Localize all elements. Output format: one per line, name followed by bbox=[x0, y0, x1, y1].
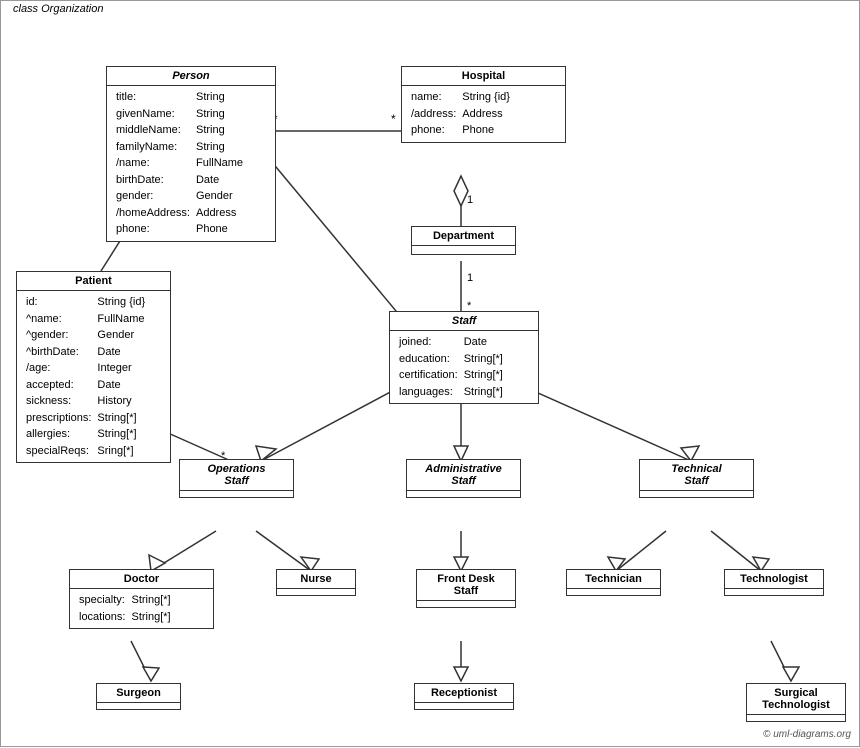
class-receptionist: Receptionist bbox=[414, 683, 514, 710]
class-patient: Patient id:String {id} ^name:FullName ^g… bbox=[16, 271, 171, 463]
svg-text:1: 1 bbox=[467, 272, 473, 284]
technician-body bbox=[567, 589, 660, 595]
operations-staff-header: OperationsStaff bbox=[180, 460, 293, 491]
class-front-desk: Front DeskStaff bbox=[416, 569, 516, 608]
copyright: © uml-diagrams.org bbox=[763, 729, 851, 740]
surgical-technologist-header: SurgicalTechnologist bbox=[747, 684, 845, 715]
person-header: Person bbox=[107, 67, 275, 86]
technologist-body bbox=[725, 589, 823, 595]
doctor-body: specialty:String[*] locations:String[*] bbox=[70, 589, 213, 628]
technical-staff-body bbox=[640, 491, 753, 497]
class-technician: Technician bbox=[566, 569, 661, 596]
admin-staff-header: AdministrativeStaff bbox=[407, 460, 520, 491]
hospital-header: Hospital bbox=[402, 67, 565, 86]
surgical-technologist-body bbox=[747, 715, 845, 721]
class-person: Person title:String givenName:String mid… bbox=[106, 66, 276, 242]
technologist-header: Technologist bbox=[725, 570, 823, 589]
nurse-header: Nurse bbox=[277, 570, 355, 589]
surgeon-header: Surgeon bbox=[97, 684, 180, 703]
department-body bbox=[412, 246, 515, 254]
hospital-body: name:String {id} /address:Address phone:… bbox=[402, 86, 565, 142]
operations-staff-body bbox=[180, 491, 293, 497]
svg-text:*: * bbox=[391, 112, 396, 126]
receptionist-header: Receptionist bbox=[415, 684, 513, 703]
diagram-title: class Organization bbox=[9, 3, 108, 15]
class-hospital: Hospital name:String {id} /address:Addre… bbox=[401, 66, 566, 143]
class-technologist: Technologist bbox=[724, 569, 824, 596]
patient-header: Patient bbox=[17, 272, 170, 291]
class-surgeon: Surgeon bbox=[96, 683, 181, 710]
class-nurse: Nurse bbox=[276, 569, 356, 596]
staff-body: joined:Date education:String[*] certific… bbox=[390, 331, 538, 403]
class-staff: Staff joined:Date education:String[*] ce… bbox=[389, 311, 539, 404]
doctor-header: Doctor bbox=[70, 570, 213, 589]
class-doctor: Doctor specialty:String[*] locations:Str… bbox=[69, 569, 214, 629]
receptionist-body bbox=[415, 703, 513, 709]
patient-body: id:String {id} ^name:FullName ^gender:Ge… bbox=[17, 291, 170, 462]
svg-text:1: 1 bbox=[467, 194, 473, 206]
person-body: title:String givenName:String middleName… bbox=[107, 86, 275, 241]
diagram-container: class Organization * * 1 * 1 * * * bbox=[0, 0, 860, 747]
technician-header: Technician bbox=[567, 570, 660, 589]
nurse-body bbox=[277, 589, 355, 595]
class-surgical-technologist: SurgicalTechnologist bbox=[746, 683, 846, 722]
class-department: Department bbox=[411, 226, 516, 255]
surgeon-body bbox=[97, 703, 180, 709]
class-technical-staff: TechnicalStaff bbox=[639, 459, 754, 498]
front-desk-body bbox=[417, 601, 515, 607]
class-admin-staff: AdministrativeStaff bbox=[406, 459, 521, 498]
staff-header: Staff bbox=[390, 312, 538, 331]
admin-staff-body bbox=[407, 491, 520, 497]
front-desk-header: Front DeskStaff bbox=[417, 570, 515, 601]
class-operations-staff: OperationsStaff bbox=[179, 459, 294, 498]
department-header: Department bbox=[412, 227, 515, 246]
technical-staff-header: TechnicalStaff bbox=[640, 460, 753, 491]
